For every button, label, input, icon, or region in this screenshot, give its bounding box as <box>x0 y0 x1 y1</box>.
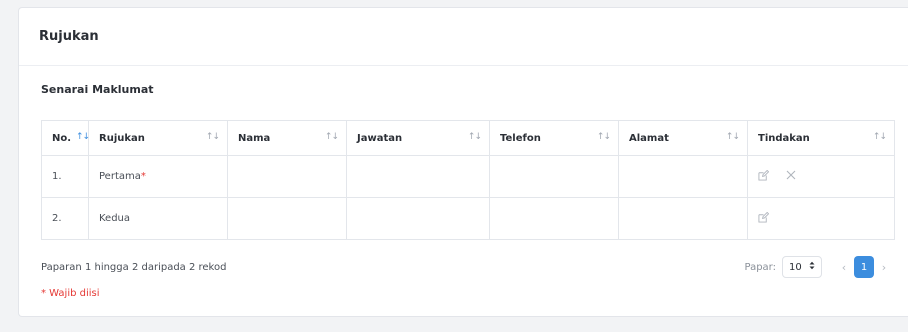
cell-no: 1. <box>41 155 89 198</box>
sort-icon: ↑↓ <box>76 132 90 142</box>
cell-jawatan <box>346 197 490 240</box>
table-row: 2. Kedua <box>41 197 895 240</box>
table-row: 1. Pertama* <box>41 155 895 198</box>
required-mark: * <box>140 171 146 182</box>
next-page-button[interactable]: › <box>874 256 894 278</box>
cell-jawatan <box>346 155 490 198</box>
page-1-button[interactable]: 1 <box>854 256 874 278</box>
sort-icon: ↑↓ <box>467 132 482 142</box>
column-header-jawatan[interactable]: Jawatan ↑↓ <box>346 120 490 156</box>
edit-icon[interactable] <box>758 169 770 184</box>
section-title: Senarai Maklumat <box>41 83 154 96</box>
cell-tindakan <box>747 155 895 198</box>
table-header-row: No. ↑↓ Rujukan ↑↓ Nama ↑↓ Jawatan ↑↓ Tel… <box>41 120 895 156</box>
required-note: * Wajib diisi <box>41 288 100 299</box>
sort-icon: ↑↓ <box>205 132 220 142</box>
cell-telefon <box>489 155 619 198</box>
page-size-label: Papar: <box>744 261 777 273</box>
cell-telefon <box>489 197 619 240</box>
sort-icon: ↑↓ <box>324 132 339 142</box>
select-arrows-icon <box>809 261 815 273</box>
sort-icon: ↑↓ <box>725 132 740 142</box>
column-header-rujukan[interactable]: Rujukan ↑↓ <box>88 120 228 156</box>
cell-alamat <box>618 197 748 240</box>
card-title: Rujukan <box>39 29 99 44</box>
sort-icon: ↑↓ <box>872 132 887 142</box>
data-table: No. ↑↓ Rujukan ↑↓ Nama ↑↓ Jawatan ↑↓ Tel… <box>41 120 895 240</box>
sort-icon: ↑↓ <box>596 132 611 142</box>
pagination-info: Paparan 1 hingga 2 daripada 2 rekod <box>41 262 227 273</box>
cell-nama <box>227 197 347 240</box>
close-icon[interactable] <box>786 170 796 183</box>
column-header-tindakan[interactable]: Tindakan ↑↓ <box>747 120 895 156</box>
column-header-alamat[interactable]: Alamat ↑↓ <box>618 120 748 156</box>
page-size-select[interactable]: 10 <box>782 256 822 278</box>
cell-tindakan <box>747 197 895 240</box>
cell-rujukan: Kedua <box>88 197 228 240</box>
rujukan-card: Rujukan Senarai Maklumat No. ↑↓ Rujukan … <box>18 7 908 317</box>
column-header-nama[interactable]: Nama ↑↓ <box>227 120 347 156</box>
cell-alamat <box>618 155 748 198</box>
column-header-telefon[interactable]: Telefon ↑↓ <box>489 120 619 156</box>
cell-no: 2. <box>41 197 89 240</box>
cell-nama <box>227 155 347 198</box>
prev-page-button[interactable]: ‹ <box>834 256 854 278</box>
column-header-no[interactable]: No. ↑↓ <box>41 120 90 156</box>
pagination: Papar: 10 ‹ 1 › <box>745 256 895 278</box>
edit-icon[interactable] <box>758 211 770 226</box>
cell-rujukan: Pertama* <box>88 155 228 198</box>
card-header: Rujukan <box>19 8 908 66</box>
